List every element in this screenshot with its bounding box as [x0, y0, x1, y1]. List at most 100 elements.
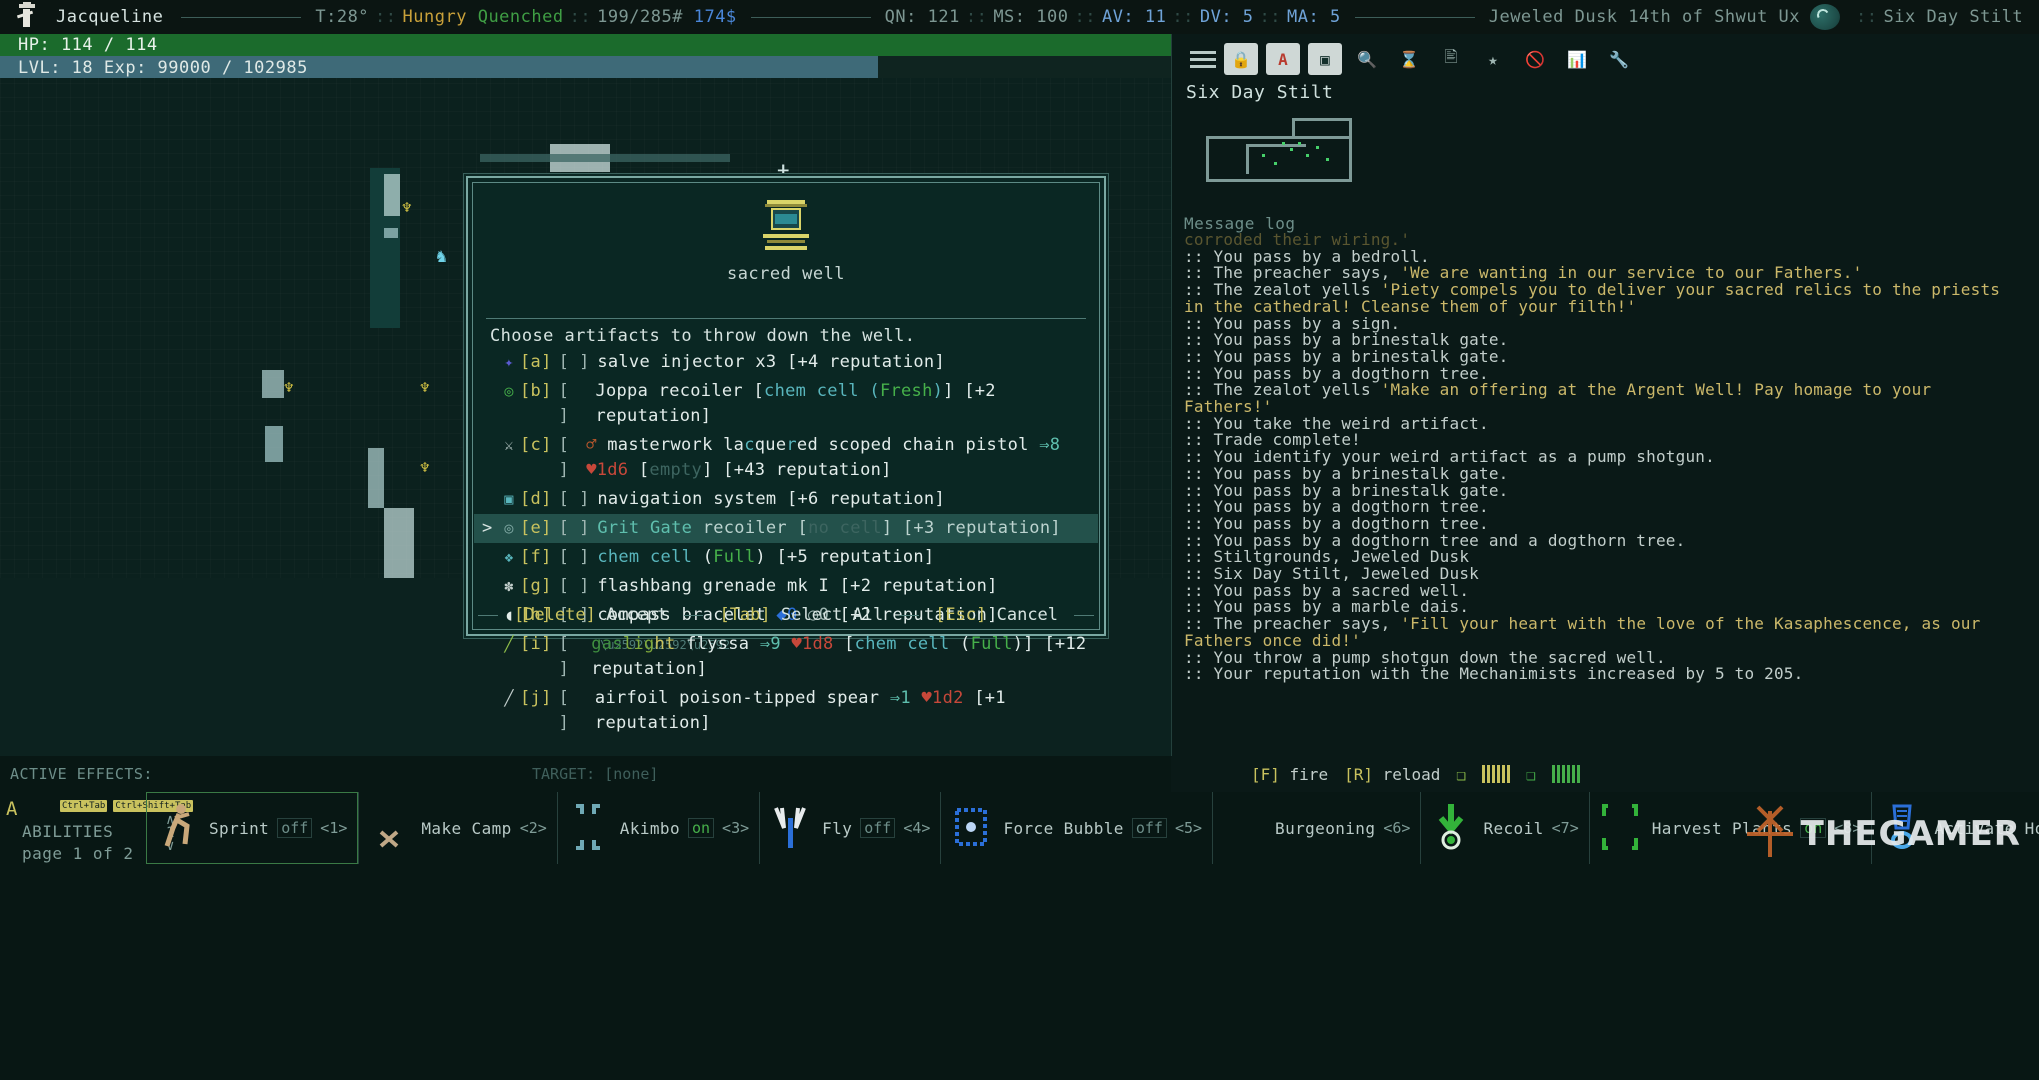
ability-toggle-state[interactable]: on	[687, 818, 715, 838]
message-log[interactable]: corroded their wiring.':: You pass by a …	[1184, 232, 2028, 790]
hourglass-icon[interactable]: ⌛	[1392, 43, 1426, 75]
log-message: :: Your reputation with the Mechanimists…	[1184, 664, 1804, 684]
artifact-checkbox[interactable]: [ ]	[559, 545, 590, 570]
select-all-button[interactable]: [Tab] Select All	[703, 605, 899, 625]
separator: ::	[1856, 7, 1878, 27]
artifact-icon: ✦	[504, 353, 514, 371]
ability-hotkey: <5>	[1174, 819, 1203, 837]
artifact-row[interactable]: ✽ [g] [ ] flashbang grenade mk I [+2 reputa…	[474, 572, 1098, 601]
right-sidebar: 🔒 A ▣ 🔍 ⌛ 🖹 ★ 🚫 📊 🔧 Six Day Stilt Messag…	[1171, 34, 2039, 756]
ability-slot[interactable]: Sprint off <1>	[146, 792, 359, 864]
message-log-title: Message log	[1184, 214, 1296, 233]
ability-slot[interactable]: Activate Hologram Bracelet<9>	[1871, 792, 2039, 864]
separator: ::	[1259, 7, 1282, 27]
artifact-row[interactable]: ⚔ [c] [ ] ♂ masterwork lacquered scoped cha…	[474, 431, 1098, 485]
hunger-status: Hungry	[402, 7, 467, 27]
ability-slot[interactable]: Akimbo on <3>	[556, 792, 759, 864]
ability-hotkey: <3>	[722, 819, 750, 837]
ability-label: Force Bubble	[1003, 818, 1124, 838]
wrench-icon[interactable]: 🔧	[1602, 43, 1636, 75]
well-artwork: sacred well	[468, 200, 1104, 320]
artifact-row[interactable]: ╱ [j] [ ] airfoil poison-tipped spear ⇒1 ♥1…	[474, 684, 1098, 738]
ability-slot[interactable]: Make Camp <2>	[358, 792, 556, 864]
fire-key: [F]	[1251, 764, 1280, 784]
ma-stat: MA: 5	[1287, 7, 1341, 27]
artifact-list[interactable]: ✦ [a] [ ] salve injector x3 [+4 reputation]…	[474, 348, 1098, 738]
selection-caret-icon: >	[482, 518, 493, 538]
character-sheet-icon[interactable]: A	[1266, 43, 1300, 75]
sacred-well-icon	[763, 200, 809, 256]
artifact-row[interactable]: ╱ [i] [ ] gaslight flyssa ⇒9 ♥1d8 [chem cel…	[474, 630, 1098, 684]
star-icon[interactable]: ★	[1476, 43, 1510, 75]
artifact-row[interactable]: ▣ [d] [ ] navigation system [+6 reputation]	[474, 485, 1098, 514]
ability-toggle-state[interactable]: off	[277, 818, 313, 838]
artifact-row[interactable]: ✦ [a] [ ] salve injector x3 [+4 reputation]	[474, 348, 1098, 377]
artifact-label: Joppa recoiler [chem cell (Fresh)] [+2 r…	[595, 381, 996, 426]
separator: ::	[375, 7, 397, 27]
magnifier-icon[interactable]: 🔍	[1350, 43, 1384, 75]
abilities-bar: A Ctrl+Tab Ctrl+Shift+Tab ABILITIES page…	[0, 792, 2039, 1080]
quickness-stat: QN: 121	[884, 7, 960, 27]
artifact-label: navigation system [+6 reputation]	[597, 489, 945, 509]
carry-weight: 199/285#	[597, 7, 683, 27]
throw-artifacts-dialog[interactable]: sacred well Choose artifacts to throw do…	[466, 176, 1106, 733]
fire-label: fire	[1279, 764, 1329, 784]
ability-label: Make Camp	[421, 818, 512, 838]
ability-toggle-state[interactable]: off	[1131, 818, 1167, 838]
dialog-footer: [Delete] Accept [Tab] Select All [Esc] C…	[478, 602, 1094, 628]
artifact-row[interactable]: ◎ [b] [ ] Joppa recoiler [chem cell (Fresh)…	[474, 377, 1098, 431]
ability-label: Fly	[822, 818, 853, 838]
ability-label: Sprint	[209, 818, 270, 838]
artifact-icon: ╱	[504, 635, 514, 653]
ability-hotkey: <2>	[519, 819, 547, 837]
no-entry-icon[interactable]: 🚫	[1518, 43, 1552, 75]
ability-label: Recoil	[1483, 818, 1544, 838]
artifact-checkbox[interactable]: [ ]	[559, 516, 590, 541]
cancel-button[interactable]: [Esc] Cancel	[919, 605, 1074, 625]
chart-icon[interactable]: 📊	[1560, 43, 1594, 75]
artifact-checkbox[interactable]: [ ]	[559, 574, 590, 599]
ability-slot[interactable]: Fly off <4>	[759, 792, 940, 864]
cube-icon[interactable]: ▣	[1308, 43, 1342, 75]
ability-toggle-state[interactable]: on	[1800, 818, 1827, 838]
current-location: Six Day Stilt	[1883, 7, 2024, 27]
artifact-icon: ▣	[504, 490, 514, 508]
fire-action[interactable]: [F] fire	[1251, 765, 1328, 784]
artifact-hotkey: [i]	[520, 634, 552, 654]
ability-slot[interactable]: Burgeoning <6>	[1212, 792, 1420, 864]
accept-button[interactable]: [Delete] Accept	[498, 605, 684, 625]
ability-slots[interactable]: Sprint off <1> Make Camp <2> Akimbo on <3> Fly of…	[146, 792, 2039, 864]
target-bar: TARGET: [none]	[524, 756, 1171, 792]
campfire-icon	[369, 802, 413, 854]
artifact-checkbox[interactable]: [ ]	[559, 686, 587, 736]
divider	[899, 614, 920, 616]
dialog-prompt: Choose artifacts to throw down the well.	[490, 326, 916, 346]
artifact-row[interactable]: ❖ [f] [ ] chem cell (Full) [+5 reputation]	[474, 543, 1098, 572]
ammo-gauge-primary	[1482, 765, 1511, 783]
artifact-checkbox[interactable]: [ ]	[559, 632, 584, 682]
player-avatar-icon	[12, 2, 46, 32]
reload-action[interactable]: [R] reload	[1344, 765, 1440, 784]
ammo-gauge-secondary	[1551, 765, 1580, 783]
cancel-label: Cancel	[986, 605, 1059, 625]
artifact-label: chem cell (Full) [+5 reputation]	[597, 547, 935, 567]
journal-icon[interactable]: 🖹	[1434, 43, 1468, 75]
ability-toggle-state[interactable]: off	[860, 818, 896, 838]
ability-slot[interactable]: Recoil <7>	[1420, 792, 1588, 864]
artifact-row[interactable]: > ◎ [e] [ ] Grit Gate recoiler [no cell] [+3…	[474, 514, 1098, 543]
minimap[interactable]	[1186, 110, 1746, 208]
ability-slot[interactable]: Harvest Plants on <8>	[1588, 792, 1872, 864]
artifact-checkbox[interactable]: [ ]	[559, 350, 590, 375]
ability-hotkey: <6>	[1383, 819, 1411, 837]
harvest-plants-icon	[1600, 802, 1644, 854]
menu-hamburger-icon[interactable]	[1190, 49, 1216, 69]
cancel-key: [Esc]	[935, 605, 987, 625]
artifact-checkbox[interactable]: [ ]	[559, 433, 579, 483]
artifact-checkbox[interactable]: [ ]	[559, 379, 588, 429]
select-all-key: [Tab]	[719, 605, 771, 625]
artifact-checkbox[interactable]: [ ]	[559, 487, 590, 512]
artifact-hotkey: [a]	[520, 352, 552, 372]
sprint-icon	[157, 802, 201, 854]
lock-inventory-icon[interactable]: 🔒	[1224, 43, 1258, 75]
ability-slot[interactable]: Force Bubble off <5>	[940, 792, 1212, 864]
